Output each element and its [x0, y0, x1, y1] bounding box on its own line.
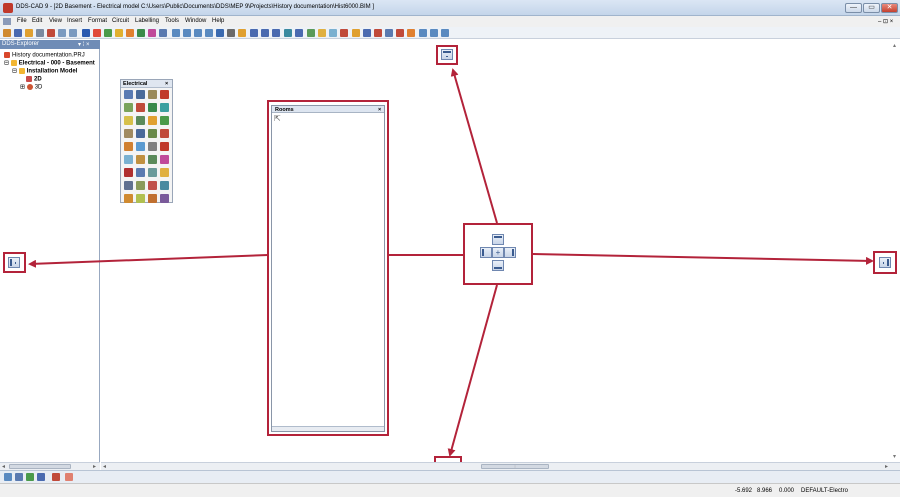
rooms-panel-title: Rooms: [275, 107, 294, 113]
scroll-right-arrow[interactable]: ▸: [885, 463, 888, 470]
mouse-cursor-icon: ⇱: [274, 114, 281, 123]
dock-left-icon: [8, 257, 20, 268]
status-bar: -5.692 8.966 0.000 DEFAULT-Electro: [0, 483, 900, 497]
palette-symbol-icon[interactable]: [160, 90, 169, 99]
palette-symbol-icon[interactable]: [148, 116, 157, 125]
compass-bottom-icon[interactable]: [492, 260, 504, 271]
compass-left-icon[interactable]: [480, 247, 492, 258]
palette-symbol-icon[interactable]: [148, 90, 157, 99]
palette-symbol-icon[interactable]: [136, 103, 145, 112]
palette-symbol-icon[interactable]: [160, 168, 169, 177]
palette-symbol-icon[interactable]: [160, 129, 169, 138]
palette-symbol-icon[interactable]: [124, 181, 133, 190]
rooms-panel: Rooms × ⇱: [271, 105, 385, 432]
palette-symbol-icon[interactable]: [160, 116, 169, 125]
palette-symbol-icon[interactable]: [136, 142, 145, 151]
dock-target-top[interactable]: [436, 45, 458, 65]
messages-tab-icon[interactable]: [65, 473, 73, 481]
palette-symbol-icon[interactable]: [148, 142, 157, 151]
arrow-to-right: [532, 253, 874, 265]
rooms-panel-header[interactable]: Rooms ×: [272, 106, 384, 113]
scroll-left-arrow[interactable]: ◂: [103, 463, 106, 470]
palette-symbol-icon[interactable]: [136, 168, 145, 177]
status-layer: DEFAULT-Electro: [801, 488, 848, 494]
palette-symbol-icon[interactable]: [148, 155, 157, 164]
palette-symbol-icon[interactable]: [160, 142, 169, 151]
explorer-tab-icon[interactable]: [4, 473, 12, 481]
docking-arrows: [28, 68, 874, 457]
rooms-tab-icon[interactable]: [37, 473, 45, 481]
properties-tab-icon[interactable]: [15, 473, 23, 481]
electrical-palette-header: Electrical ×: [121, 80, 172, 88]
circuits-tab-icon[interactable]: [52, 473, 60, 481]
rooms-panel-highlight: Rooms × ⇱: [267, 100, 389, 436]
palette-symbol-icon[interactable]: [148, 181, 157, 190]
canvas-hscrollbar[interactable]: ◂ ⁝ ▸: [101, 462, 900, 470]
palette-symbol-icon[interactable]: [136, 181, 145, 190]
palette-symbol-icon[interactable]: [124, 168, 133, 177]
scroll-thumb[interactable]: ⁝: [481, 464, 549, 469]
palette-symbol-icon[interactable]: [136, 155, 145, 164]
palette-symbol-icon[interactable]: [124, 194, 133, 203]
compass-center-icon[interactable]: +: [492, 247, 504, 258]
palette-symbol-icon[interactable]: [160, 194, 169, 203]
palette-symbol-icon[interactable]: [136, 116, 145, 125]
palette-symbol-icon[interactable]: [124, 129, 133, 138]
electrical-palette-title: Electrical: [123, 81, 148, 87]
arrow-to-left: [28, 254, 269, 268]
close-icon[interactable]: ×: [165, 81, 168, 87]
explorer-hscrollbar[interactable]: ◂ ▸: [0, 462, 100, 470]
scroll-right-arrow[interactable]: ▸: [93, 463, 96, 470]
dock-target-left[interactable]: [3, 252, 26, 273]
palette-symbol-icon[interactable]: [160, 155, 169, 164]
palette-symbol-icon[interactable]: [124, 116, 133, 125]
palette-symbol-icon[interactable]: [160, 103, 169, 112]
palette-symbol-icon[interactable]: [124, 155, 133, 164]
bottom-tool-strip: [0, 470, 900, 483]
palette-symbol-icon[interactable]: [136, 194, 145, 203]
dock-right-icon: [879, 257, 891, 268]
palette-symbol-icon[interactable]: [148, 194, 157, 203]
scroll-left-arrow[interactable]: ◂: [2, 463, 5, 470]
dock-top-icon: [441, 49, 453, 60]
status-x-coordinate: -5.692: [735, 488, 753, 494]
palette-symbol-icon[interactable]: [148, 129, 157, 138]
compass-top-icon[interactable]: [492, 234, 504, 245]
palette-symbol-icon[interactable]: [124, 142, 133, 151]
palette-icon-grid: [124, 90, 170, 203]
close-icon[interactable]: ×: [378, 107, 381, 113]
palette-symbol-icon[interactable]: [124, 90, 133, 99]
arrow-to-bottom: [447, 284, 498, 457]
scroll-thumb[interactable]: [9, 464, 71, 469]
dock-target-right[interactable]: [873, 251, 897, 274]
dock-compass: +: [463, 223, 533, 285]
compass-right-icon[interactable]: [504, 247, 516, 258]
electrical-palette: Electrical ×: [120, 79, 173, 203]
palette-symbol-icon[interactable]: [136, 90, 145, 99]
symbols-tab-icon[interactable]: [26, 473, 34, 481]
arrow-to-top: [450, 68, 498, 224]
status-y-coordinate: 8.966: [757, 488, 773, 494]
palette-symbol-icon[interactable]: [148, 168, 157, 177]
status-z-coordinate: 0.000: [779, 488, 795, 494]
palette-symbol-icon[interactable]: [136, 129, 145, 138]
rooms-panel-footer: [272, 426, 384, 431]
palette-symbol-icon[interactable]: [148, 103, 157, 112]
palette-symbol-icon[interactable]: [160, 181, 169, 190]
palette-symbol-icon[interactable]: [124, 103, 133, 112]
